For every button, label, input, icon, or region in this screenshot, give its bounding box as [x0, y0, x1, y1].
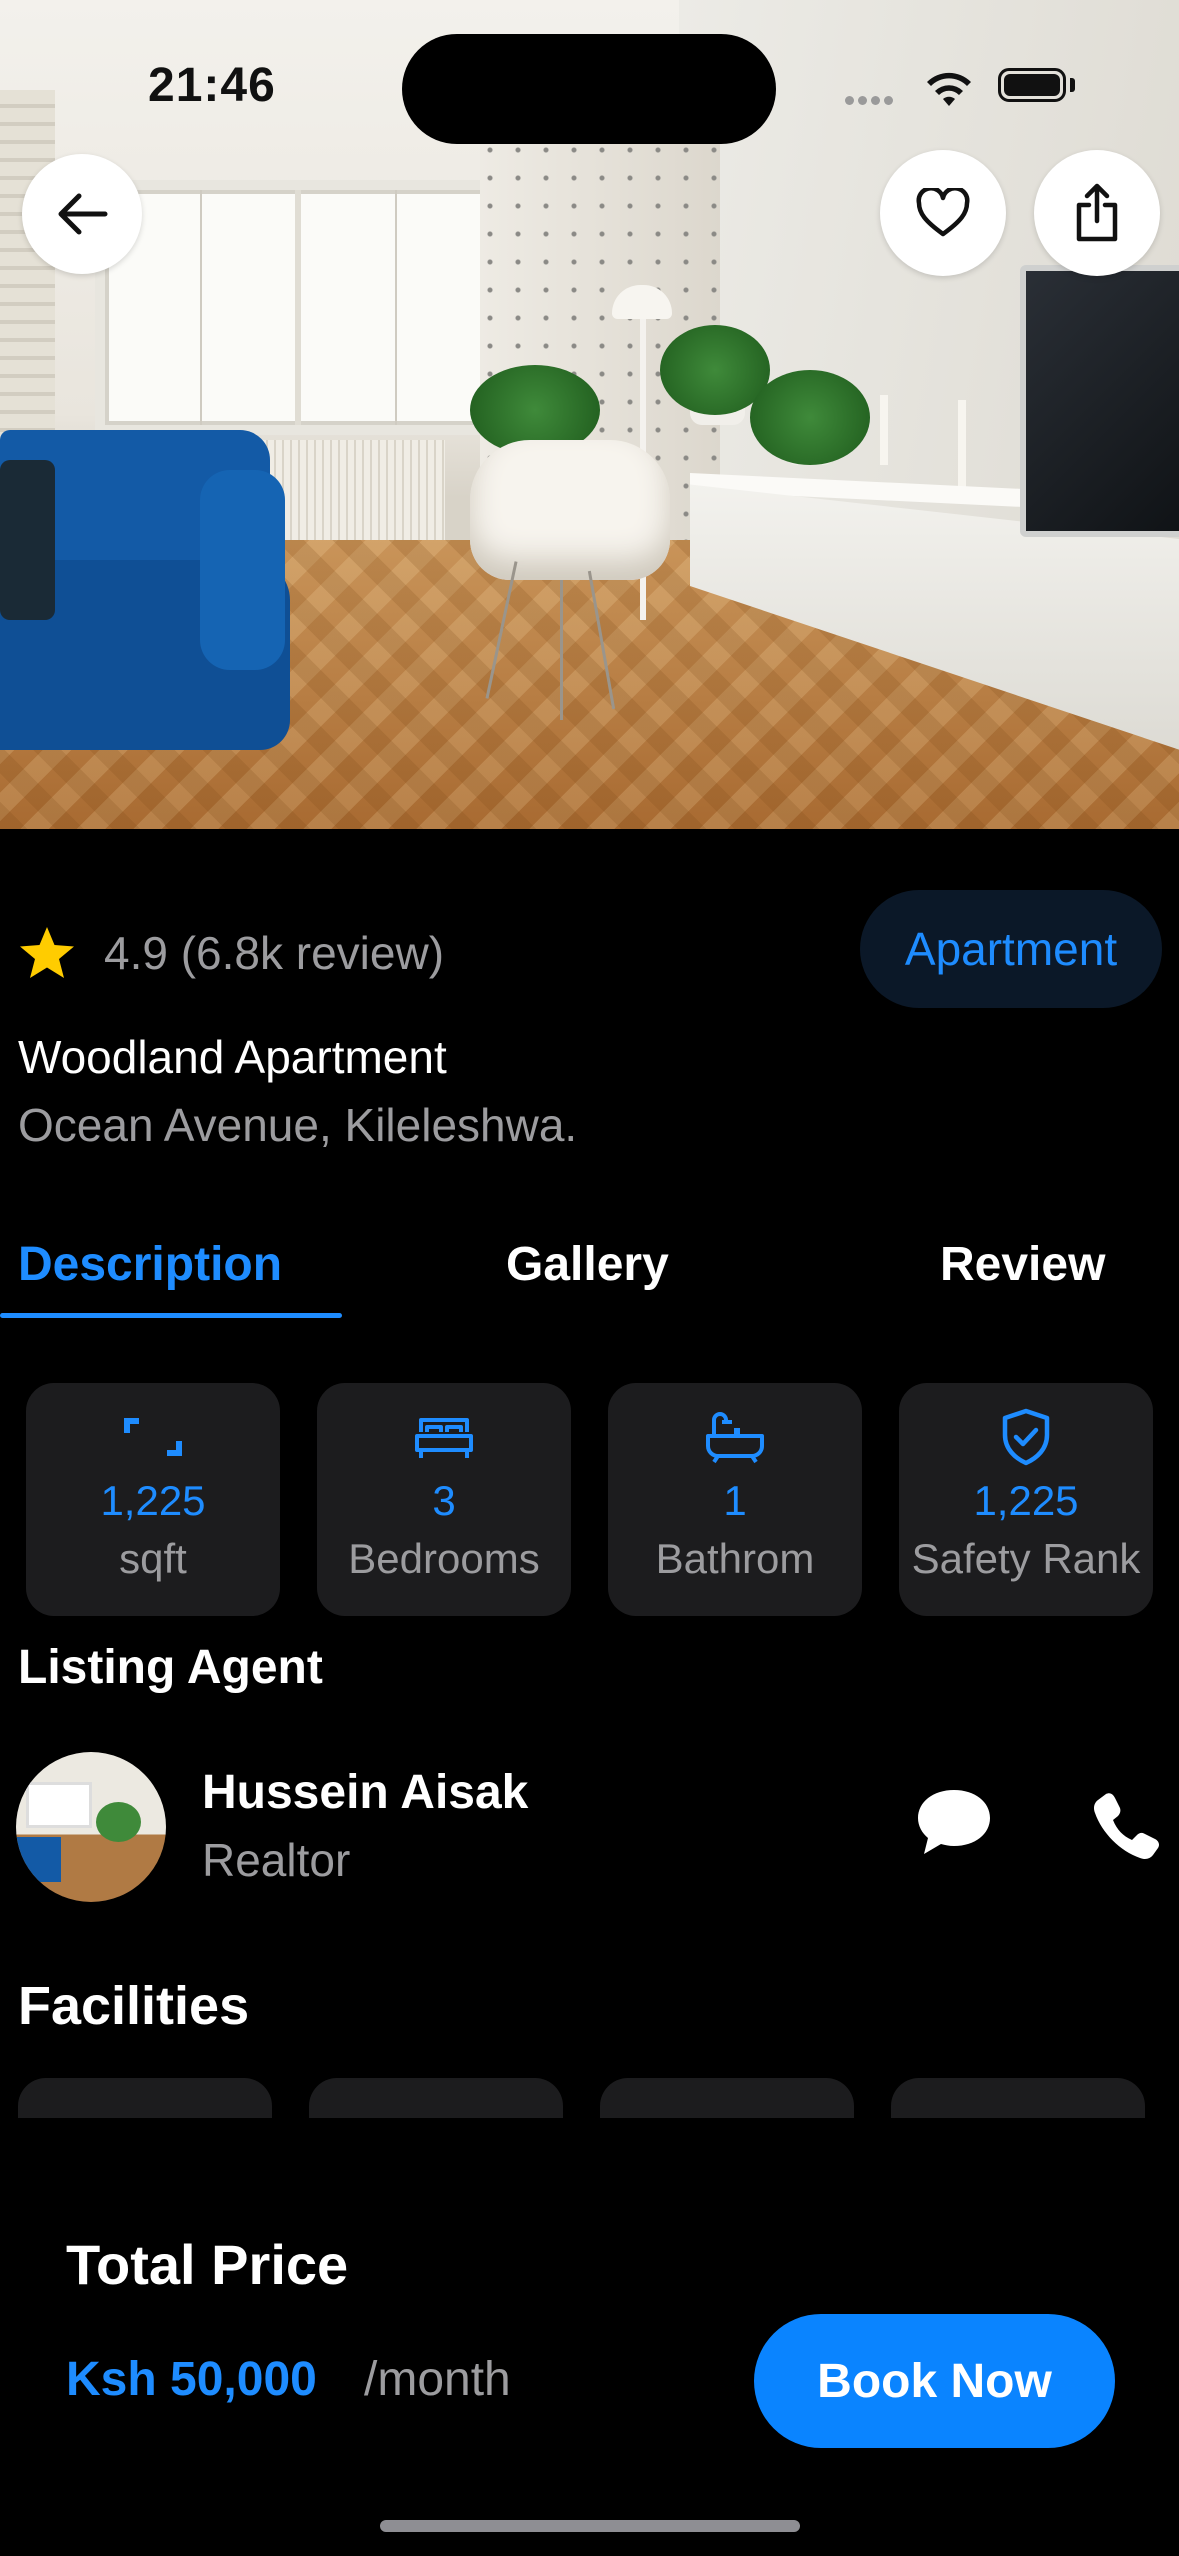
facility-card[interactable] [891, 2078, 1145, 2118]
chat-bubble-icon [918, 1790, 990, 1854]
battery-icon [998, 68, 1066, 102]
agent-role: Realtor [202, 1834, 351, 1886]
status-time: 21:46 [148, 59, 276, 112]
book-now-button[interactable]: Book Now [754, 2314, 1115, 2448]
stat-card-area: 1,225 sqft [26, 1383, 280, 1616]
favorite-button[interactable] [880, 150, 1006, 276]
facility-card[interactable] [600, 2078, 854, 2118]
area-icon [124, 1418, 182, 1456]
stat-card-bedrooms: 3 Bedrooms [317, 1383, 571, 1616]
facility-card[interactable] [18, 2078, 272, 2118]
phone-icon [1094, 1793, 1159, 1859]
tab-gallery[interactable]: Gallery [506, 1237, 669, 1292]
call-agent-button[interactable] [1090, 1790, 1162, 1862]
tab-description[interactable]: Description [18, 1237, 282, 1292]
share-icon [1076, 183, 1118, 242]
stat-label: sqft [119, 1535, 187, 1582]
shield-check-icon [1002, 1408, 1050, 1466]
total-price-label: Total Price [66, 2233, 349, 2296]
stat-label: Bedrooms [348, 1535, 540, 1582]
tab-review[interactable]: Review [940, 1237, 1105, 1292]
property-type-badge[interactable]: Apartment [860, 890, 1162, 1008]
message-agent-button[interactable] [914, 1786, 994, 1858]
review-count: (6.8k review) [180, 927, 445, 979]
stat-value: 1,225 [973, 1477, 1079, 1524]
price-period: /month [364, 2353, 511, 2406]
property-name: Woodland Apartment [18, 1031, 447, 1083]
cellular-signal-icon [845, 92, 897, 110]
active-tab-indicator [0, 1313, 342, 1318]
stat-label: Bathrom [655, 1535, 815, 1582]
share-button[interactable] [1034, 150, 1160, 276]
agent-name: Hussein Aisak [202, 1766, 529, 1819]
stat-card-safety: 1,225 Safety Rank [899, 1383, 1153, 1616]
facility-card[interactable] [309, 2078, 563, 2118]
stat-card-bathroom: 1 Bathrom [608, 1383, 862, 1616]
facilities-heading: Facilities [18, 1976, 250, 2036]
dynamic-island [402, 34, 776, 144]
agent-avatar[interactable] [16, 1752, 166, 1902]
listing-agent-heading: Listing Agent [18, 1641, 323, 1694]
stat-value: 3 [432, 1477, 456, 1524]
wifi-icon [927, 72, 971, 106]
arrow-left-icon [58, 193, 108, 235]
stat-value: 1 [723, 1477, 747, 1524]
price-value: Ksh 50,000 [66, 2353, 317, 2406]
star-icon [20, 927, 74, 978]
rating-row: 4.9 (6.8k review) [18, 918, 444, 988]
rating-value: 4.9 [104, 927, 168, 979]
home-indicator[interactable] [380, 2520, 800, 2532]
bed-icon [415, 1418, 473, 1458]
property-address: Ocean Avenue, Kileleshwa. [18, 1099, 578, 1151]
heart-icon [916, 188, 970, 237]
bathtub-icon [706, 1412, 764, 1464]
stat-label: Safety Rank [911, 1535, 1141, 1582]
stat-value: 1,225 [100, 1477, 206, 1524]
back-button[interactable] [22, 154, 142, 274]
